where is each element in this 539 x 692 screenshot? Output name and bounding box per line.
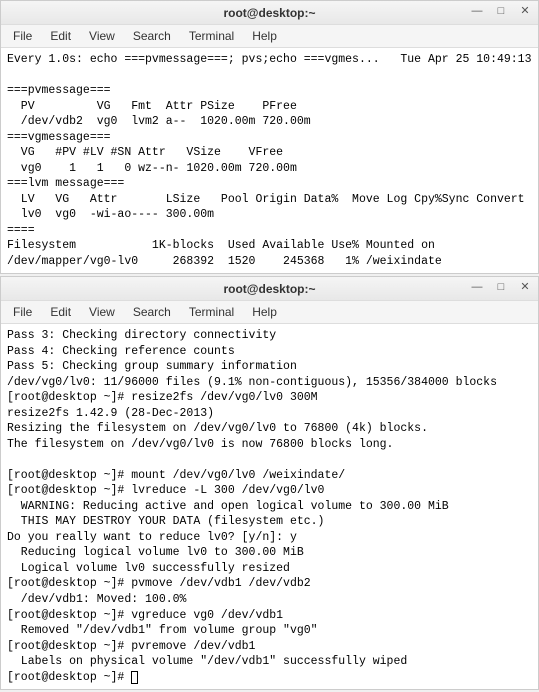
terminal-line: THIS MAY DESTROY YOUR DATA (filesystem e…	[7, 514, 532, 530]
menu-file[interactable]: File	[5, 27, 40, 45]
minimize-icon[interactable]: —	[470, 4, 484, 18]
window-controls: — □ ✕	[470, 280, 532, 294]
menu-terminal[interactable]: Terminal	[181, 303, 242, 321]
terminal-line: [root@desktop ~]#	[7, 670, 532, 686]
terminal-line: Logical volume lv0 successfully resized	[7, 561, 532, 577]
terminal-line: Labels on physical volume "/dev/vdb1" su…	[7, 654, 532, 670]
terminal-line	[7, 68, 532, 84]
terminal-line: [root@desktop ~]# lvreduce -L 300 /dev/v…	[7, 483, 532, 499]
terminal-line: WARNING: Reducing active and open logica…	[7, 499, 532, 515]
terminal-line: Pass 4: Checking reference counts	[7, 344, 532, 360]
minimize-icon[interactable]: —	[470, 280, 484, 294]
terminal-line: /dev/vdb2 vg0 lvm2 a-- 1020.00m 720.00m	[7, 114, 532, 130]
terminal-line: /dev/mapper/vg0-lv0 268392 1520 245368 1…	[7, 254, 532, 270]
terminal-line: PV VG Fmt Attr PSize PFree	[7, 99, 532, 115]
terminal-line: [root@desktop ~]# resize2fs /dev/vg0/lv0…	[7, 390, 532, 406]
menubar: File Edit View Search Terminal Help	[1, 25, 538, 48]
terminal-line: VG #PV #LV #SN Attr VSize VFree	[7, 145, 532, 161]
window-title: root@desktop:~	[223, 6, 315, 20]
terminal-line: [root@desktop ~]# pvremove /dev/vdb1	[7, 639, 532, 655]
terminal-window-1: root@desktop:~ — □ ✕ File Edit View Sear…	[0, 0, 539, 274]
terminal-line: The filesystem on /dev/vg0/lv0 is now 76…	[7, 437, 532, 453]
maximize-icon[interactable]: □	[494, 280, 508, 294]
terminal-line: lv0 vg0 -wi-ao---- 300.00m	[7, 207, 532, 223]
menu-terminal[interactable]: Terminal	[181, 27, 242, 45]
terminal-line: Resizing the filesystem on /dev/vg0/lv0 …	[7, 421, 532, 437]
terminal-line: [root@desktop ~]# mount /dev/vg0/lv0 /we…	[7, 468, 532, 484]
terminal-line: Every 1.0s: echo ===pvmessage===; pvs;ec…	[7, 52, 532, 68]
menu-edit[interactable]: Edit	[42, 303, 79, 321]
window-controls: — □ ✕	[470, 4, 532, 18]
close-icon[interactable]: ✕	[518, 4, 532, 18]
cursor	[131, 671, 138, 684]
terminal-line: /dev/vg0/lv0: 11/96000 files (9.1% non-c…	[7, 375, 532, 391]
terminal-line: Pass 3: Checking directory connectivity	[7, 328, 532, 344]
titlebar[interactable]: root@desktop:~ — □ ✕	[1, 277, 538, 301]
menu-view[interactable]: View	[81, 303, 123, 321]
terminal-line	[7, 452, 532, 468]
menu-search[interactable]: Search	[125, 303, 179, 321]
terminal-line: ====	[7, 223, 532, 239]
terminal-line: vg0 1 1 0 wz--n- 1020.00m 720.00m	[7, 161, 532, 177]
terminal-line: Pass 5: Checking group summary informati…	[7, 359, 532, 375]
terminal-line: [root@desktop ~]# vgreduce vg0 /dev/vdb1	[7, 608, 532, 624]
menu-view[interactable]: View	[81, 27, 123, 45]
menu-search[interactable]: Search	[125, 27, 179, 45]
terminal-line: ===pvmessage===	[7, 83, 532, 99]
titlebar[interactable]: root@desktop:~ — □ ✕	[1, 1, 538, 25]
close-icon[interactable]: ✕	[518, 280, 532, 294]
terminal-output[interactable]: Every 1.0s: echo ===pvmessage===; pvs;ec…	[1, 48, 538, 273]
terminal-output[interactable]: Pass 3: Checking directory connectivityP…	[1, 324, 538, 689]
maximize-icon[interactable]: □	[494, 4, 508, 18]
menu-help[interactable]: Help	[244, 303, 285, 321]
terminal-line: Filesystem 1K-blocks Used Available Use%…	[7, 238, 532, 254]
terminal-line: Removed "/dev/vdb1" from volume group "v…	[7, 623, 532, 639]
menubar: File Edit View Search Terminal Help	[1, 301, 538, 324]
terminal-line: ===lvm message===	[7, 176, 532, 192]
menu-help[interactable]: Help	[244, 27, 285, 45]
terminal-line: resize2fs 1.42.9 (28-Dec-2013)	[7, 406, 532, 422]
terminal-line: ===vgmessage===	[7, 130, 532, 146]
terminal-line: Reducing logical volume lv0 to 300.00 Mi…	[7, 545, 532, 561]
menu-file[interactable]: File	[5, 303, 40, 321]
terminal-window-2: root@desktop:~ — □ ✕ File Edit View Sear…	[0, 276, 539, 690]
terminal-line: LV VG Attr LSize Pool Origin Data% Move …	[7, 192, 532, 208]
terminal-line: Do you really want to reduce lv0? [y/n]:…	[7, 530, 532, 546]
terminal-line: /dev/vdb1: Moved: 100.0%	[7, 592, 532, 608]
window-title: root@desktop:~	[223, 282, 315, 296]
menu-edit[interactable]: Edit	[42, 27, 79, 45]
terminal-line: [root@desktop ~]# pvmove /dev/vdb1 /dev/…	[7, 576, 532, 592]
